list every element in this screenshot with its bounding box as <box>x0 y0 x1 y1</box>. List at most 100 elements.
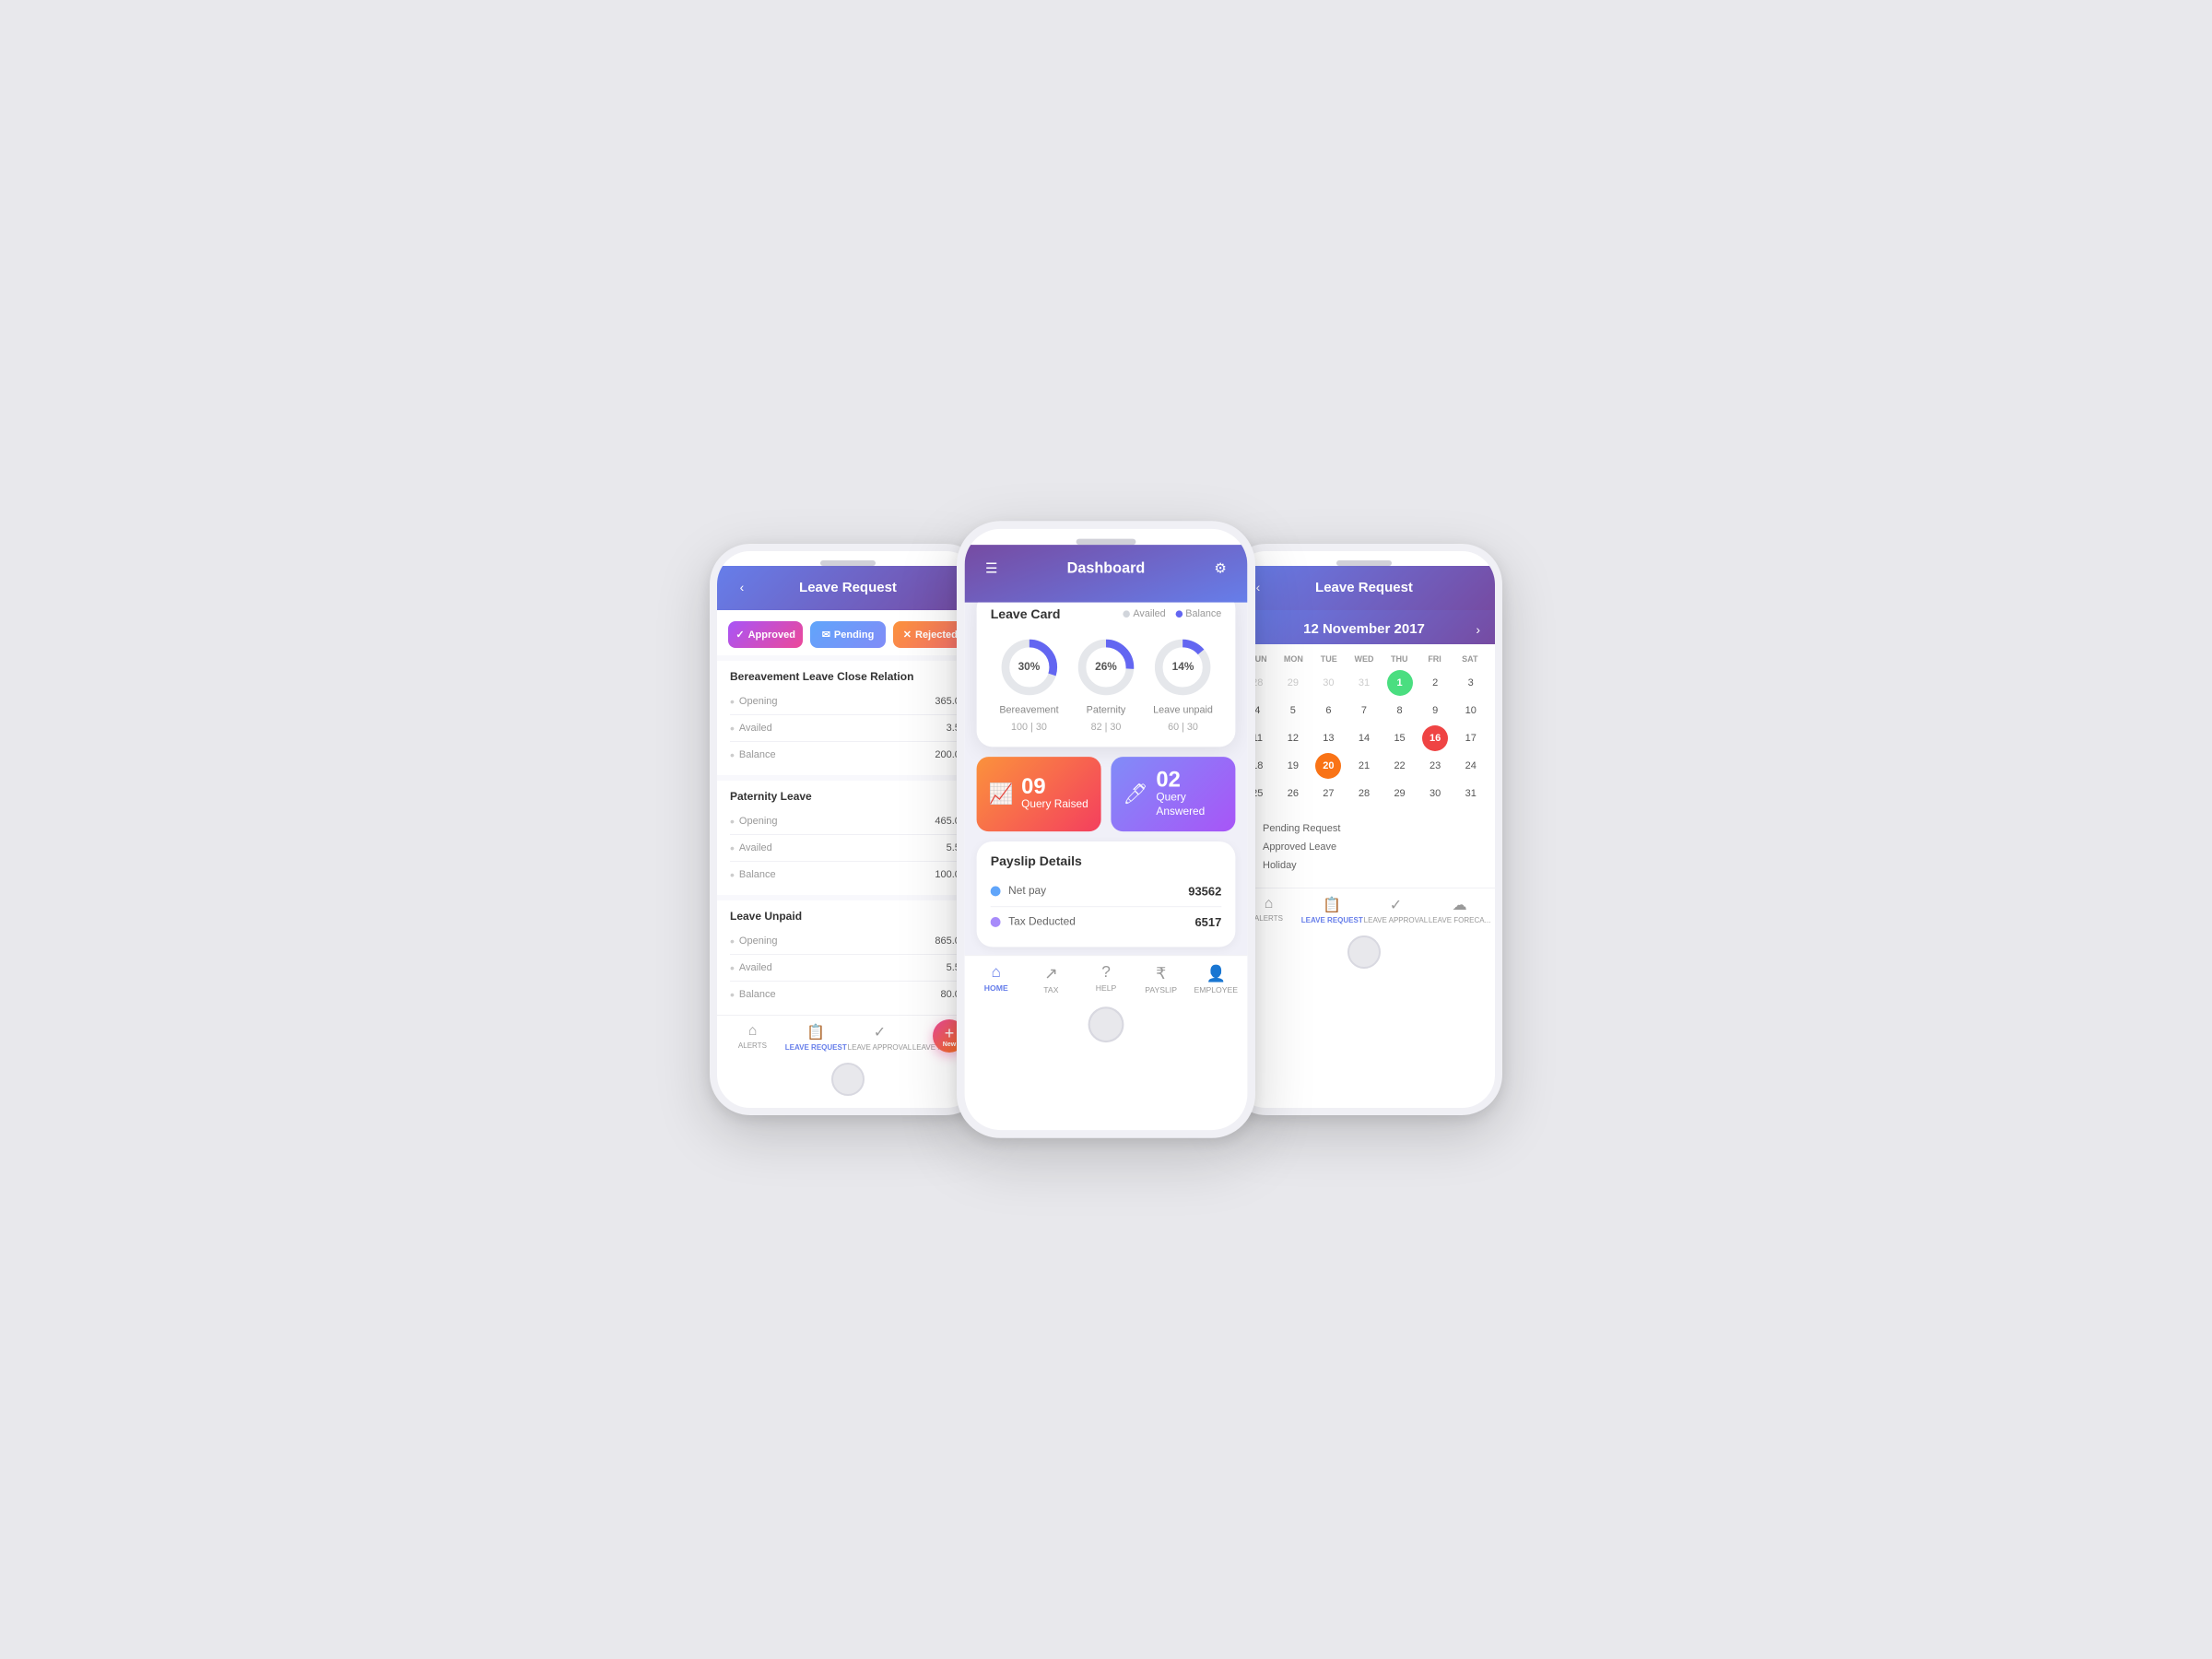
cal-day-2[interactable]: 2 <box>1422 670 1448 696</box>
phone-calendar: ‹ Leave Request ‹ 12 November 2017 › SUN… <box>1226 544 1502 1115</box>
cal-day-28[interactable]: 28 <box>1351 781 1377 806</box>
leave-request-label-3: LEAVE REQUEST <box>1301 916 1363 924</box>
leave-request-nav-label: LEAVE REQUEST <box>785 1043 847 1052</box>
cal-day-16[interactable]: 16 <box>1422 725 1448 751</box>
paternity-donut-name: Paternity <box>1087 705 1126 716</box>
cal-day-31[interactable]: 31 <box>1458 781 1484 806</box>
cal-day-8[interactable]: 8 <box>1387 698 1413 724</box>
calendar-next-icon[interactable]: › <box>1476 622 1480 637</box>
cal-day-31-oct[interactable]: 31 <box>1351 670 1377 696</box>
nav-help[interactable]: ? HELP <box>1078 963 1134 994</box>
cal-day-10[interactable]: 10 <box>1458 698 1484 724</box>
cal-day-30[interactable]: 30 <box>1422 781 1448 806</box>
bereavement-availed-label: Availed <box>730 721 772 735</box>
nav-tax[interactable]: ↗ TAX <box>1024 963 1079 994</box>
cal-day-14[interactable]: 14 <box>1351 725 1377 751</box>
cal-day-22[interactable]: 22 <box>1387 753 1413 779</box>
paternity-balance-label: Balance <box>730 867 776 882</box>
tax-label: TAX <box>1043 985 1058 994</box>
paternity-opening-label: Opening <box>730 814 778 829</box>
unpaid-percent: 14% <box>1172 661 1194 673</box>
home-button-phone3[interactable] <box>1347 935 1381 969</box>
cal-day-30-oct[interactable]: 30 <box>1315 670 1341 696</box>
cal-day-27[interactable]: 27 <box>1315 781 1341 806</box>
cal-day-12[interactable]: 12 <box>1280 725 1306 751</box>
rejected-icon: ✕ <box>903 629 912 641</box>
query-answered-label: Query Answered <box>1156 791 1223 819</box>
approved-filter-btn[interactable]: ✓ Approved <box>728 621 803 648</box>
cal-day-29-oct[interactable]: 29 <box>1280 670 1306 696</box>
query-raised-icon: 📈 <box>989 782 1014 806</box>
nav-alerts[interactable]: ⌂ ALERTS <box>721 1023 784 1052</box>
unpaid-availed-label: Availed <box>730 960 772 975</box>
unpaid-donut: 14% Leave unpaid 60 | 30 <box>1151 635 1215 733</box>
pending-filter-btn[interactable]: ✉ Pending <box>810 621 885 648</box>
nav-payslip[interactable]: ₹ PAYSLIP <box>1134 963 1189 994</box>
unpaid-availed-row: Availed 5.50 <box>730 957 966 979</box>
cal-day-3[interactable]: 3 <box>1458 670 1484 696</box>
cal-day-17[interactable]: 17 <box>1458 725 1484 751</box>
leave-request-nav-icon: 📋 <box>806 1023 825 1041</box>
back-icon[interactable]: ‹ <box>732 577 752 597</box>
query-cards: 📈 09 Query Raised 🖊 02 Query Answered <box>977 757 1236 831</box>
balance-legend-label: Balance <box>1185 608 1221 619</box>
nav-leave-request-3[interactable]: 📋 LEAVE REQUEST <box>1300 896 1364 924</box>
payslip-title: Payslip Details <box>991 853 1222 867</box>
cal-day-1[interactable]: 1 <box>1387 670 1413 696</box>
leave-forecast-label-3: LEAVE FORECA... <box>1429 916 1490 924</box>
unpaid-donut-wrapper: 14% <box>1151 635 1215 699</box>
leave-request-title: Leave Request <box>752 580 944 595</box>
menu-icon[interactable]: ☰ <box>981 557 1003 579</box>
help-label: HELP <box>1096 983 1117 993</box>
query-raised-card[interactable]: 📈 09 Query Raised <box>977 757 1101 831</box>
bereavement-opening-row: Opening 365.00 <box>730 690 966 712</box>
nav-leave-approval-3[interactable]: ✓ LEAVE APPROVAL <box>1364 896 1429 924</box>
cal-day-7[interactable]: 7 <box>1351 698 1377 724</box>
cal-day-19[interactable]: 19 <box>1280 753 1306 779</box>
tax-icon: ↗ <box>1044 963 1057 983</box>
phone-leave-request: ‹ Leave Request ✓ Approved ✉ Pending ✕ R… <box>710 544 986 1115</box>
cal-day-29[interactable]: 29 <box>1387 781 1413 806</box>
cal-day-9[interactable]: 9 <box>1422 698 1448 724</box>
pending-label: Pending <box>834 629 874 641</box>
home-label: HOME <box>984 983 1008 993</box>
cal-day-26[interactable]: 26 <box>1280 781 1306 806</box>
weekday-wed: WED <box>1347 652 1382 666</box>
query-answered-card[interactable]: 🖊 02 Query Answered <box>1111 757 1235 831</box>
cal-day-15[interactable]: 15 <box>1387 725 1413 751</box>
cal-day-24[interactable]: 24 <box>1458 753 1484 779</box>
cal-day-6[interactable]: 6 <box>1315 698 1341 724</box>
net-pay-left: Net pay <box>991 885 1046 897</box>
paternity-availed-row: Availed 5.50 <box>730 837 966 859</box>
calendar-weekdays: SUN MON TUE WED THU FRI SAT <box>1241 652 1488 666</box>
home-button-phone2[interactable] <box>1088 1006 1124 1042</box>
nav-employee[interactable]: 👤 EMPLOYEE <box>1188 963 1243 994</box>
query-raised-label: Query Raised <box>1021 798 1088 812</box>
cal-day-5[interactable]: 5 <box>1280 698 1306 724</box>
home-button-phone1[interactable] <box>831 1063 865 1096</box>
scene: ‹ Leave Request ✓ Approved ✉ Pending ✕ R… <box>599 544 1613 1115</box>
cal-day-23[interactable]: 23 <box>1422 753 1448 779</box>
nav-leave-forecast-3[interactable]: ☁ LEAVE FORECA... <box>1428 896 1491 924</box>
legend: Availed Balance <box>1124 608 1222 619</box>
nav-leave-approval[interactable]: ✓ LEAVE APPROVAL <box>848 1023 912 1052</box>
tax-dot <box>991 917 1001 927</box>
help-icon: ? <box>1101 963 1111 981</box>
cal-day-20[interactable]: 20 <box>1315 753 1341 779</box>
dashboard-content: Leave Card Availed Balance <box>965 603 1248 955</box>
cal-day-21[interactable]: 21 <box>1351 753 1377 779</box>
net-pay-dot <box>991 886 1001 896</box>
nav-home[interactable]: ⌂ HOME <box>969 963 1024 994</box>
unpaid-leave-section: Leave Unpaid Opening 865.00 Availed 5.50… <box>717 900 979 1015</box>
paternity-donut-wrapper: 26% <box>1074 635 1137 699</box>
calendar-nav: ‹ 12 November 2017 › <box>1233 610 1495 644</box>
nav-leave-request[interactable]: 📋 LEAVE REQUEST <box>784 1023 848 1052</box>
leave-card: Leave Card Availed Balance <box>977 603 1236 747</box>
query-raised-number: 09 <box>1021 776 1088 798</box>
balance-dot <box>1175 610 1182 618</box>
settings-icon[interactable]: ⚙ <box>1209 557 1231 579</box>
bereavement-leave-section: Bereavement Leave Close Relation Opening… <box>717 661 979 775</box>
leave-request-icon-3: 📋 <box>1323 896 1341 914</box>
cal-day-13[interactable]: 13 <box>1315 725 1341 751</box>
bereavement-balance-label: Balance <box>730 747 776 762</box>
